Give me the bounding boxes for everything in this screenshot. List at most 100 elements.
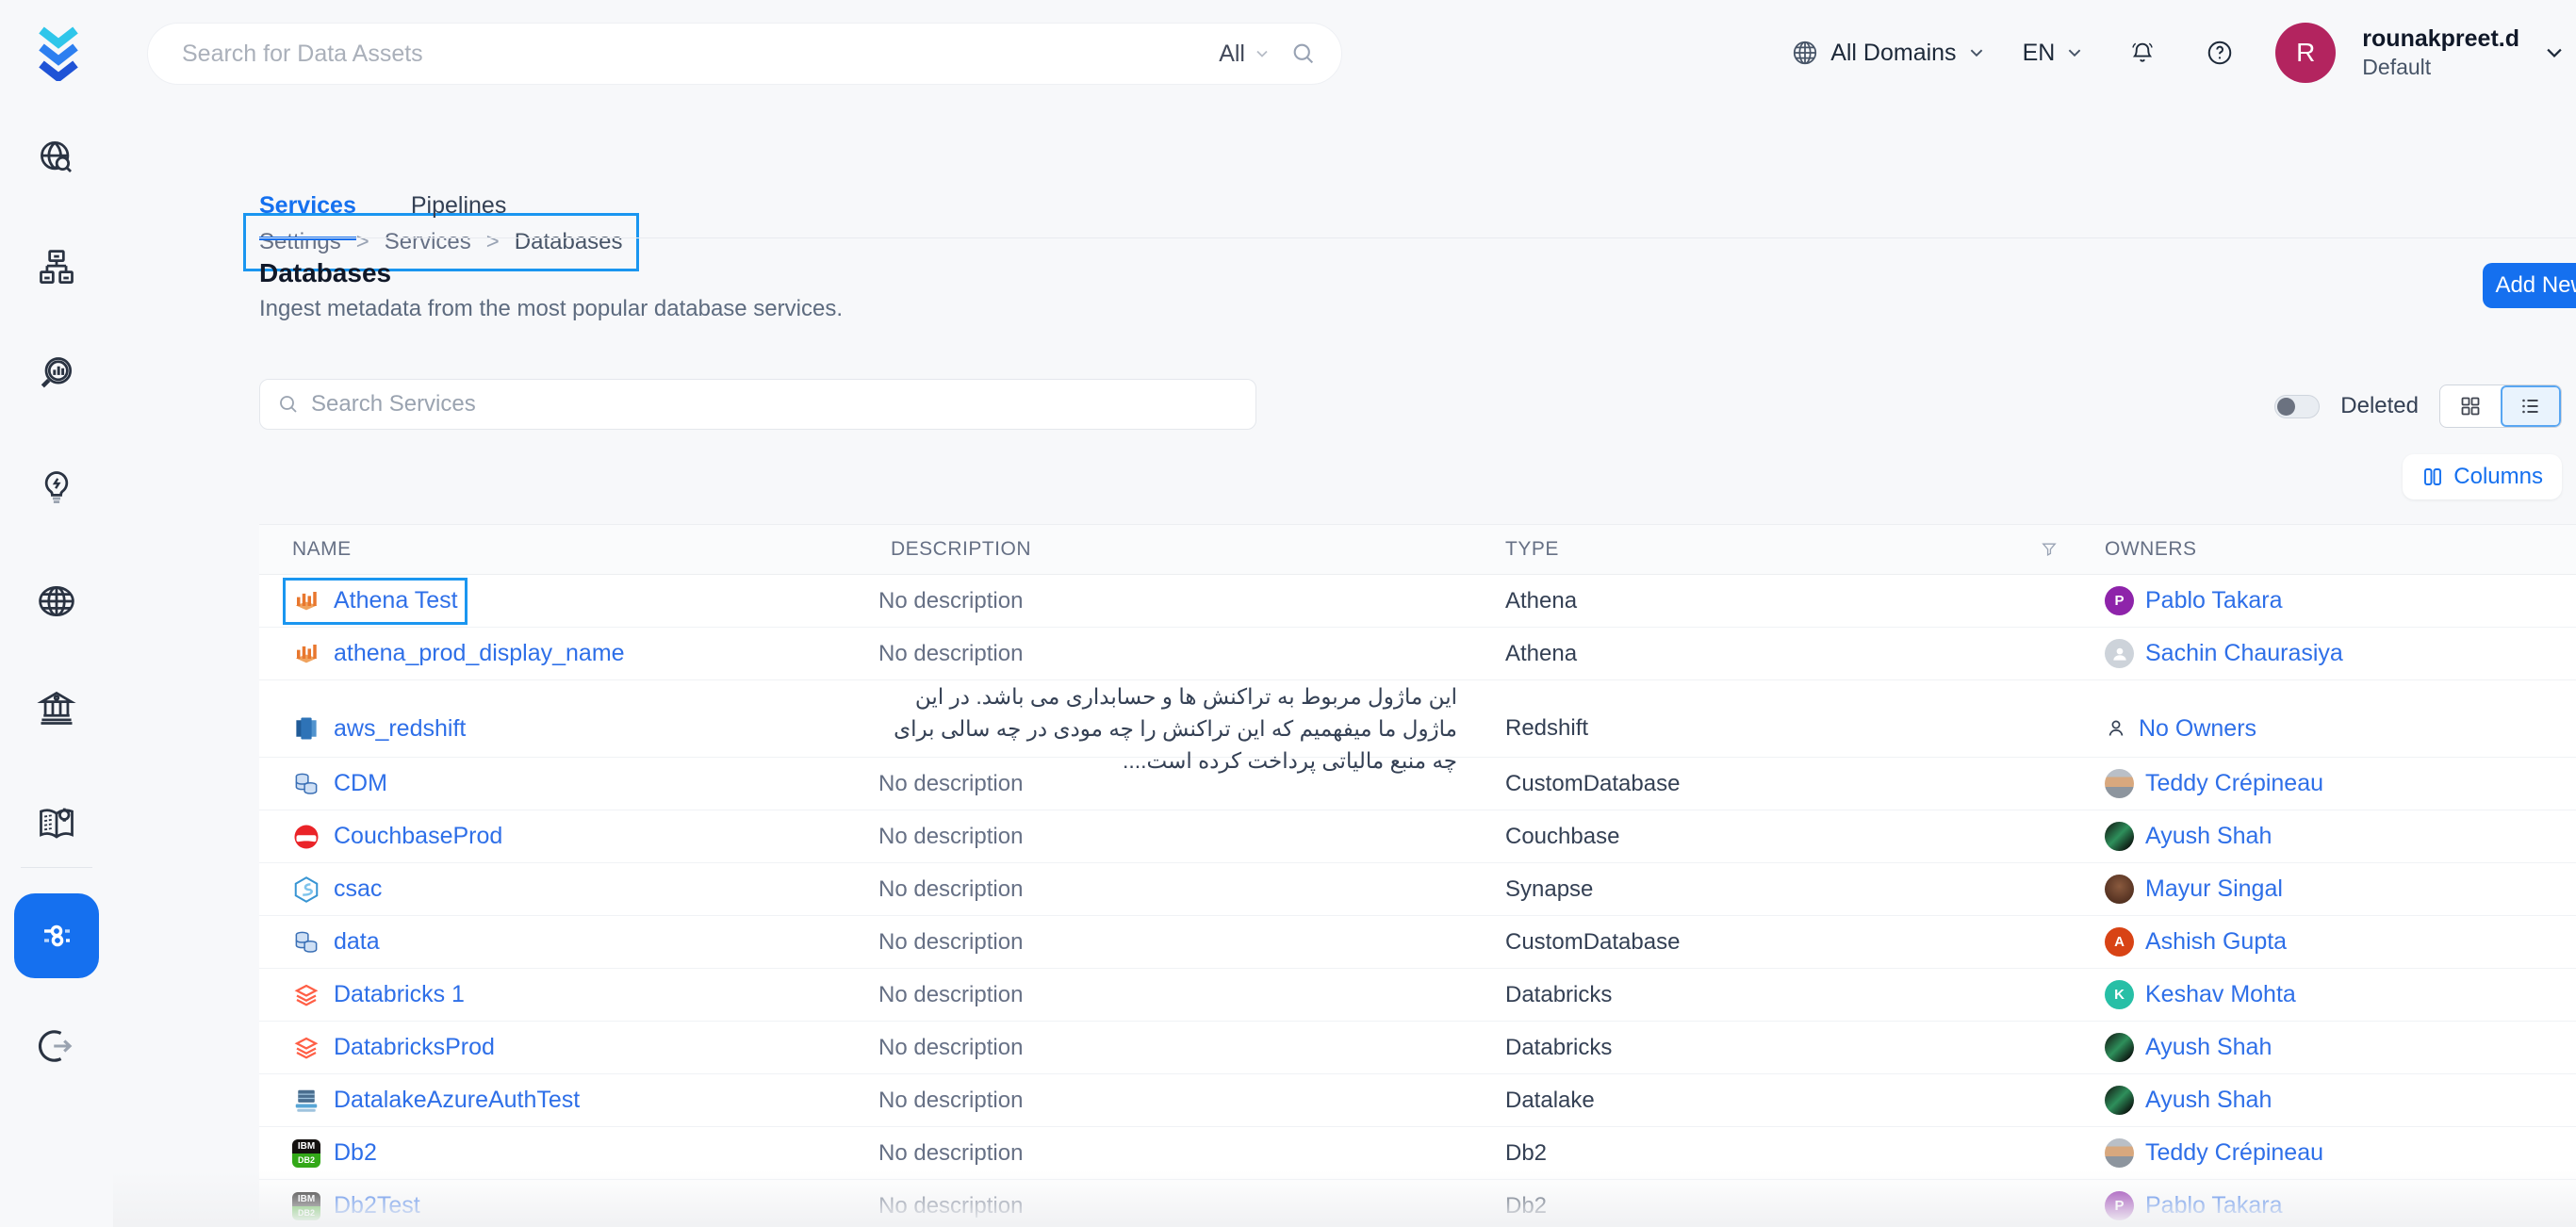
service-name-link[interactable]: DatalakeAzureAuthTest — [334, 1087, 580, 1114]
no-owners-link[interactable]: No Owners — [2139, 715, 2256, 743]
databricks-icon — [292, 981, 320, 1009]
type-cell: CustomDatabase — [1472, 929, 2072, 956]
owner-link[interactable]: Mayur Singal — [2145, 875, 2283, 903]
service-type: Athena — [1505, 588, 1577, 614]
add-new-service-button[interactable]: Add New Service — [2483, 263, 2576, 308]
type-cell: CustomDatabase — [1472, 771, 2072, 797]
help-button[interactable] — [2206, 39, 2234, 67]
service-name-link[interactable]: Athena Test — [334, 587, 458, 614]
knowledge-center-icon[interactable] — [34, 800, 79, 845]
user-menu[interactable]: R rounakpreet.d Default — [2275, 23, 2565, 83]
user-avatar[interactable]: R — [2275, 23, 2336, 83]
name-cell: DatalakeAzureAuthTest — [259, 1087, 858, 1115]
owner-link[interactable]: Teddy Crépineau — [2145, 770, 2323, 797]
owners-cell: PPablo Takara — [2072, 1191, 2576, 1220]
notifications-button[interactable] — [2128, 39, 2157, 67]
owner-link[interactable]: Teddy Crépineau — [2145, 1139, 2323, 1167]
owner-link[interactable]: Pablo Takara — [2145, 1192, 2282, 1219]
tab-services[interactable]: Services — [259, 192, 356, 240]
breadcrumb-databases[interactable]: Databases — [515, 229, 623, 255]
athena-icon — [292, 587, 320, 615]
table-row: CouchbaseProdNo descriptionCouchbaseAyus… — [259, 810, 2576, 863]
service-name-wrap: athena_prod_display_name — [292, 640, 625, 668]
list-view-button[interactable] — [2501, 385, 2561, 427]
name-cell: CDM — [259, 770, 858, 798]
service-name-wrap: IBMDB2Db2 — [292, 1139, 377, 1168]
topbar: All All Domains EN — [113, 0, 2576, 106]
owner-link[interactable]: Ayush Shah — [2145, 823, 2272, 850]
name-cell: Databricks 1 — [259, 981, 858, 1009]
explore-icon[interactable] — [34, 135, 79, 180]
govern-icon[interactable] — [34, 685, 79, 730]
description-cell: No description — [858, 1088, 1472, 1114]
service-name-link[interactable]: csac — [334, 875, 382, 903]
global-search-bar[interactable]: All — [147, 23, 1342, 85]
column-header-description[interactable]: DESCRIPTION — [858, 538, 1472, 561]
search-icon[interactable] — [1290, 41, 1317, 67]
tab-pipelines[interactable]: Pipelines — [411, 192, 506, 240]
domains-selector[interactable]: All Domains — [1791, 39, 1984, 67]
logout-icon[interactable] — [34, 1023, 79, 1069]
service-name-link[interactable]: Db2Test — [334, 1192, 420, 1219]
description-cell: No description — [858, 1140, 1472, 1167]
owner-link[interactable]: Pablo Takara — [2145, 587, 2282, 614]
page-subtitle: Ingest metadata from the most popular da… — [259, 296, 843, 322]
domains-icon[interactable] — [34, 579, 79, 624]
left-nav-rail — [0, 0, 113, 1227]
description-cell: No description — [858, 982, 1472, 1008]
owner: Mayur Singal — [2105, 875, 2283, 904]
owner: Ayush Shah — [2105, 1086, 2272, 1115]
owner-link[interactable]: Ayush Shah — [2145, 1034, 2272, 1061]
service-name-link[interactable]: Databricks 1 — [334, 981, 465, 1008]
data-observability-icon[interactable] — [34, 245, 79, 290]
owners-cell: Teddy Crépineau — [2072, 1138, 2576, 1168]
service-name-link[interactable]: CDM — [334, 770, 387, 797]
owner-link[interactable]: Keshav Mohta — [2145, 981, 2296, 1008]
synapse-icon — [292, 875, 320, 904]
service-description: No description — [878, 929, 1023, 956]
owner: No Owners — [2105, 714, 2256, 743]
column-header-name[interactable]: NAME — [259, 538, 858, 561]
global-search-input[interactable] — [182, 41, 1219, 68]
service-name-link[interactable]: DatabricksProd — [334, 1034, 495, 1061]
deleted-toggle[interactable] — [2274, 395, 2320, 418]
service-name-link[interactable]: athena_prod_display_name — [334, 640, 625, 667]
language-selector[interactable]: EN — [2023, 40, 2084, 67]
service-name-link[interactable]: Db2 — [334, 1139, 377, 1167]
service-type: Databricks — [1505, 982, 1612, 1008]
owner-link[interactable]: Sachin Chaurasiya — [2145, 640, 2343, 667]
column-header-owners[interactable]: OWNERS — [2072, 538, 2576, 561]
custom-database-icon — [292, 928, 320, 957]
service-name-link[interactable]: aws_redshift — [334, 715, 466, 743]
profiler-data-quality-icon[interactable] — [34, 352, 79, 397]
description-cell: No description — [858, 1035, 1472, 1061]
grid-view-button[interactable] — [2440, 385, 2501, 427]
column-header-type[interactable]: TYPE — [1472, 538, 2072, 561]
deleted-toggle-label: Deleted — [2340, 393, 2419, 419]
service-description: No description — [878, 982, 1023, 1008]
type-cell: Athena — [1472, 588, 2072, 614]
columns-button[interactable]: Columns — [2403, 454, 2562, 499]
owners-cell: PPablo Takara — [2072, 586, 2576, 615]
settings-sliders-icon — [34, 913, 79, 958]
service-search-bar[interactable] — [259, 379, 1256, 430]
description-cell: No description — [858, 588, 1472, 614]
app-logo-icon[interactable] — [34, 23, 83, 81]
sidebar-item-settings[interactable] — [14, 893, 99, 978]
service-search-input[interactable] — [311, 391, 1239, 417]
name-cell: IBMDB2Db2Test — [259, 1192, 858, 1220]
type-cell: Datalake — [1472, 1088, 2072, 1114]
service-name-link[interactable]: CouchbaseProd — [334, 823, 502, 850]
page-title: Databases — [259, 258, 391, 288]
bell-icon — [2128, 39, 2157, 67]
insights-icon[interactable] — [34, 466, 79, 511]
owner-link[interactable]: Ashish Gupta — [2145, 928, 2287, 956]
service-name-link[interactable]: data — [334, 928, 380, 956]
search-scope-select[interactable]: All — [1219, 41, 1270, 68]
owner-avatar — [2105, 1138, 2134, 1168]
owner-link[interactable]: Ayush Shah — [2145, 1087, 2272, 1114]
filter-funnel-icon[interactable] — [2040, 540, 2059, 559]
type-cell: Db2 — [1472, 1140, 2072, 1167]
service-name-wrap: csac — [292, 875, 382, 904]
table-row: DatabricksProdNo descriptionDatabricksAy… — [259, 1022, 2576, 1074]
